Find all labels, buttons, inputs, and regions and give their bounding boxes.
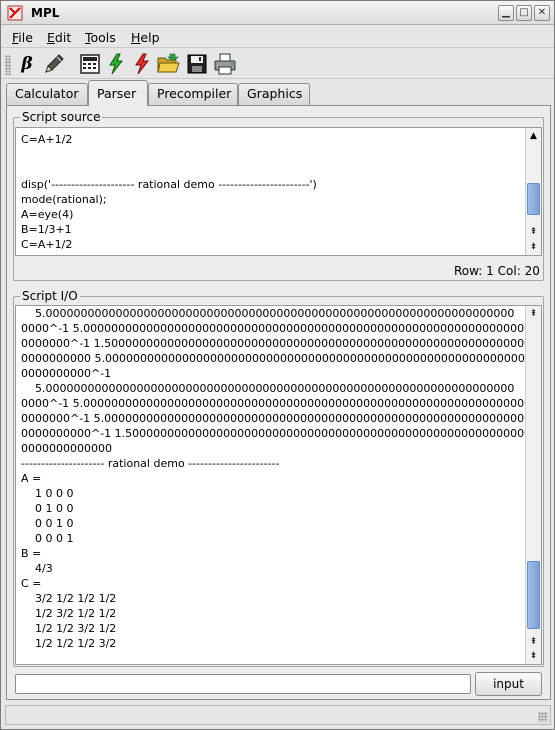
lightning-red-icon[interactable] [130, 52, 154, 76]
io-line: 0 0 1 0 [21, 517, 74, 530]
menu-tools[interactable]: Tools [85, 30, 116, 45]
toolbar-grip[interactable] [5, 55, 11, 75]
scroll-up-icon[interactable]: ▲ [527, 129, 540, 143]
source-line: B=1/3+1 [21, 223, 72, 236]
row-label: Row: [454, 264, 483, 278]
scroll-page-up-icon[interactable]: ⇞ [527, 225, 540, 239]
io-line: 0000^-1 5.000000000000000000000000000000… [21, 397, 539, 410]
io-line: 0000000^-1 5.000000000000000000000000000… [21, 412, 542, 425]
io-line: 1/2 1/2 1/2 3/2 [21, 637, 117, 650]
minimize-button[interactable]: ▁ [498, 5, 514, 21]
save-disk-icon[interactable] [185, 52, 209, 76]
cursor-position: Row: 1 Col: 20 [454, 264, 540, 278]
source-line [21, 147, 317, 162]
script-io-output[interactable]: 5.00000000000000000000000000000000000000… [15, 305, 542, 665]
io-line: 3/2 1/2 1/2 1/2 [21, 592, 117, 605]
menu-edit[interactable]: Edit [47, 30, 71, 45]
io-line: A = [21, 472, 42, 485]
io-line: --------------------- rational demo ----… [21, 457, 280, 470]
resize-grip-icon[interactable] [538, 712, 548, 722]
tab-calculator[interactable]: Calculator [6, 83, 88, 105]
menu-bar: File Edit Tools Help [1, 26, 554, 48]
script-source-scroll-thumb[interactable] [527, 183, 540, 215]
io-line: 0000000000 5.000000000000000000000000000… [21, 352, 542, 365]
io-scroll-up-icon[interactable]: ⇞ [527, 307, 540, 321]
script-io-title: Script I/O [20, 289, 80, 303]
toolbar: β [1, 49, 554, 79]
source-line: disp('--------------------- rational dem… [21, 178, 317, 191]
io-line: 0000000000000 [21, 442, 112, 455]
source-line: mode(rational); [21, 193, 107, 206]
source-line [21, 162, 317, 177]
script-source-scrollbar[interactable]: ▲ ⇞ ⇟ [525, 128, 541, 255]
io-line: 5.00000000000000000000000000000000000000… [21, 307, 515, 320]
status-bar [5, 705, 551, 725]
source-line: C=A+1/2 [21, 238, 73, 251]
minimize-icon: ▁ [502, 7, 510, 18]
row-value: 1 [486, 264, 494, 278]
menu-file[interactable]: File [12, 30, 33, 45]
pencil-icon[interactable] [42, 52, 66, 76]
io-line: 0000000^-1 1.500000000000000000000000000… [21, 337, 542, 350]
maximize-button[interactable]: □ [516, 5, 532, 21]
maximize-icon: □ [519, 7, 529, 18]
title-bar[interactable]: MPL ▁ □ ✕ [1, 1, 554, 25]
script-io-scrollbar[interactable]: ⇞ ⇞ ⇟ [525, 306, 541, 664]
script-io-text: 5.00000000000000000000000000000000000000… [21, 306, 542, 651]
io-line: 5.00000000000000000000000000000000000000… [21, 382, 515, 395]
script-io-scroll-thumb[interactable] [527, 561, 540, 629]
io-line: B = [21, 547, 42, 560]
mpl-window: MPL ▁ □ ✕ File Edit Tools Help β Calcula… [0, 0, 555, 730]
source-line: C=A+1/2 [21, 133, 73, 146]
col-value: 20 [524, 264, 540, 278]
printer-icon[interactable] [213, 52, 237, 76]
script-source-title: Script source [20, 110, 103, 124]
parser-panel: Script source C=A+1/2 disp('------------… [6, 105, 551, 700]
io-line: 4/3 [21, 562, 53, 575]
script-source-group: Script source C=A+1/2 disp('------------… [13, 110, 544, 281]
close-button[interactable]: ✕ [534, 5, 550, 21]
mpl-app-icon [7, 5, 23, 21]
io-line: 0 1 0 0 [21, 502, 74, 515]
io-line: 1/2 3/2 1/2 1/2 [21, 607, 117, 620]
tab-parser[interactable]: Parser [88, 80, 148, 106]
close-icon: ✕ [537, 7, 547, 18]
menu-help[interactable]: Help [131, 30, 160, 45]
open-folder-icon[interactable] [156, 52, 180, 76]
io-line: C = [21, 577, 42, 590]
io-line: 0000000000^-1 1.500000000000000000000000… [21, 427, 542, 440]
io-line: 0 0 0 1 [21, 532, 74, 545]
io-line: 1/2 1/2 3/2 1/2 [21, 622, 117, 635]
io-line: 0000000000^-1 [21, 367, 112, 380]
window-title: MPL [31, 6, 60, 20]
script-io-group: Script I/O 5.000000000000000000000000000… [13, 289, 544, 667]
calculator-icon[interactable] [78, 52, 102, 76]
io-line: 0000^-1 5.000000000000000000000000000000… [21, 322, 539, 335]
scroll-down-icon[interactable]: ⇟ [527, 240, 540, 254]
col-label: Col: [497, 264, 521, 278]
io-line: 1 0 0 0 [21, 487, 74, 500]
tab-precompiler[interactable]: Precompiler [148, 83, 238, 105]
lightning-green-icon[interactable] [104, 52, 128, 76]
tab-graphics[interactable]: Graphics [238, 83, 310, 105]
beta-icon[interactable]: β [15, 52, 39, 76]
io-scroll-down-icon[interactable]: ⇟ [527, 649, 540, 663]
script-source-text[interactable]: C=A+1/2 disp('--------------------- rati… [21, 132, 317, 252]
script-input-field[interactable] [15, 674, 471, 694]
script-source-editor[interactable]: C=A+1/2 disp('--------------------- rati… [15, 127, 542, 256]
io-scroll-page-up-icon[interactable]: ⇞ [527, 635, 540, 649]
source-line: A=eye(4) [21, 208, 74, 221]
input-button[interactable]: input [475, 672, 542, 696]
